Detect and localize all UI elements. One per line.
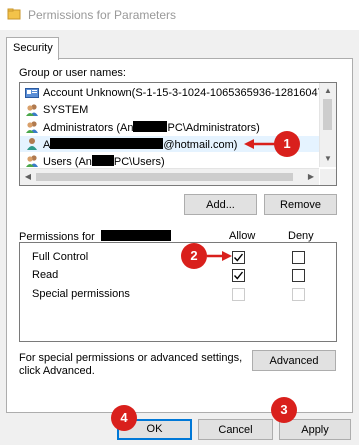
list-item-label-suffix: PC\Users) bbox=[113, 156, 165, 168]
callout-3: 3 bbox=[271, 397, 297, 423]
tab-security-label: Security bbox=[13, 42, 53, 54]
read-deny-checkbox[interactable] bbox=[292, 269, 305, 282]
redaction-mark bbox=[91, 155, 114, 166]
group-or-user-names-label: Group or user names: bbox=[19, 67, 126, 79]
list-item[interactable]: Account Unknown(S-1-15-3-1024-1065365936… bbox=[20, 85, 319, 101]
redaction-mark bbox=[133, 121, 168, 132]
special-deny-checkbox[interactable] bbox=[292, 288, 305, 301]
folder-icon bbox=[7, 7, 21, 21]
checkmark-icon bbox=[233, 271, 244, 280]
full-control-deny-checkbox[interactable] bbox=[292, 251, 305, 264]
permission-full-control-label: Full Control bbox=[32, 251, 89, 263]
redaction-mark bbox=[50, 138, 164, 149]
add-button[interactable]: Add... bbox=[184, 194, 257, 215]
callout-1: 1 bbox=[274, 131, 300, 157]
cancel-button[interactable]: Cancel bbox=[198, 419, 273, 440]
scrollbar-corner bbox=[320, 169, 336, 185]
list-item-label-prefix: Administrators (An bbox=[43, 122, 134, 134]
unknown-account-icon bbox=[25, 86, 39, 100]
list-item-label: Account Unknown(S-1-15-3-1024-1065365936… bbox=[43, 87, 319, 99]
list-item[interactable]: SYSTEM bbox=[20, 102, 319, 118]
permission-read-label: Read bbox=[32, 269, 59, 281]
redaction-mark bbox=[100, 230, 171, 241]
users-group-icon bbox=[25, 154, 39, 168]
scroll-left-icon[interactable]: ◀ bbox=[20, 169, 36, 185]
users-group-icon bbox=[25, 120, 39, 134]
list-item-label-suffix: PC\Administrators) bbox=[167, 122, 260, 134]
permissions-dialog: Permissions for Parameters Security Grou… bbox=[0, 0, 359, 445]
special-allow-checkbox[interactable] bbox=[232, 288, 245, 301]
allow-header: Allow bbox=[229, 230, 256, 242]
advanced-help-line1: For special permissions or advanced sett… bbox=[19, 352, 243, 364]
list-item-label-prefix: A bbox=[43, 139, 51, 151]
list-item-label: SYSTEM bbox=[43, 104, 89, 116]
advanced-help-line2: click Advanced. bbox=[19, 365, 95, 377]
checkmark-icon bbox=[233, 253, 244, 262]
horizontal-scrollbar[interactable]: ◀ ▶ bbox=[20, 168, 319, 185]
permissions-list: Full Control Read Special permissions bbox=[19, 242, 337, 342]
list-item[interactable]: Administrators (An PC\Administrators) bbox=[20, 119, 319, 135]
window-title: Permissions for Parameters bbox=[28, 8, 177, 22]
vertical-scrollbar[interactable]: ▲ ▼ bbox=[319, 83, 336, 167]
list-item-label-prefix: Users (An bbox=[43, 156, 92, 168]
list-item[interactable]: Users (An PC\Users) bbox=[20, 153, 319, 169]
scroll-up-icon[interactable]: ▲ bbox=[320, 83, 336, 99]
advanced-button[interactable]: Advanced bbox=[252, 350, 336, 371]
scroll-down-icon[interactable]: ▼ bbox=[320, 151, 336, 167]
callout-2: 2 bbox=[181, 243, 207, 269]
apply-button[interactable]: Apply bbox=[279, 419, 351, 440]
user-icon bbox=[25, 137, 39, 151]
horizontal-scroll-thumb[interactable] bbox=[36, 173, 293, 181]
tab-security[interactable]: Security bbox=[6, 37, 59, 60]
vertical-scroll-thumb[interactable] bbox=[323, 99, 332, 130]
list-item-label-suffix: @hotmail.com) bbox=[163, 139, 238, 151]
callout-4: 4 bbox=[111, 405, 137, 431]
users-group-icon bbox=[25, 103, 39, 117]
scroll-right-icon[interactable]: ▶ bbox=[303, 169, 319, 185]
permission-special-label: Special permissions bbox=[32, 288, 130, 300]
callout-1-arrow-icon bbox=[244, 139, 275, 149]
title-bar: Permissions for Parameters bbox=[0, 0, 359, 30]
deny-header: Deny bbox=[288, 230, 314, 242]
full-control-allow-checkbox[interactable] bbox=[232, 251, 245, 264]
read-allow-checkbox[interactable] bbox=[232, 269, 245, 282]
callout-2-arrow-icon bbox=[207, 251, 232, 261]
remove-button[interactable]: Remove bbox=[264, 194, 337, 215]
